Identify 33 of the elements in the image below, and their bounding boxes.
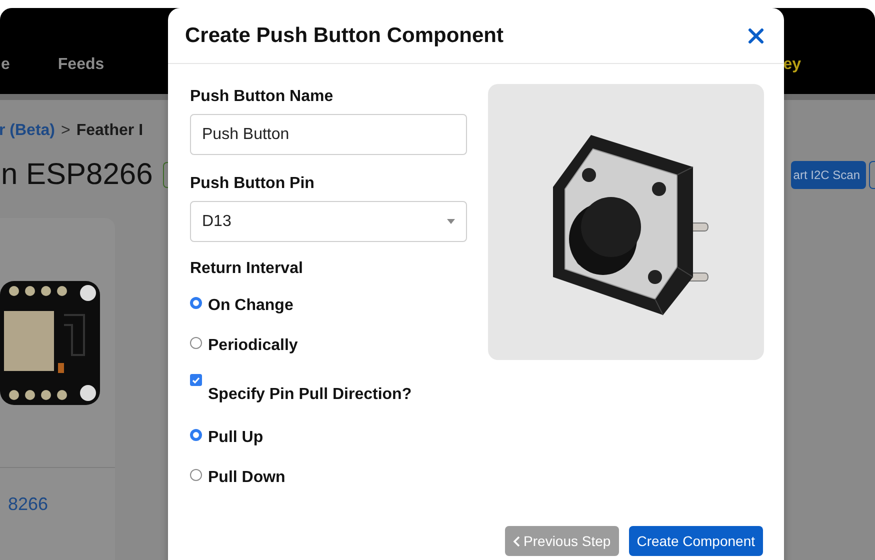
radio-option[interactable]: On Change [190,286,467,326]
radio-label: Pull Up [208,429,264,447]
nav-link[interactable]: Feeds [58,56,104,74]
radio-label: Periodically [208,337,298,355]
field-label: Push Button Name [190,88,334,106]
checkbox-option[interactable]: Specify Pin Pull Direction? [190,366,467,418]
breadcrumb-separator: > [61,122,70,140]
radio-option[interactable]: Periodically [190,326,467,366]
radio-label: Pull Down [208,469,286,487]
field-label: Push Button Pin [190,175,316,193]
name-input[interactable]: Push Button [190,114,467,155]
section-label: Return Interval [190,260,304,278]
nav-link[interactable]: e [1,56,10,74]
page-title: n ESP8266 [1,158,153,192]
radio-label: On Change [208,297,294,315]
nav-link[interactable]: ey [783,56,801,73]
caret-icon [447,219,455,224]
checkbox-label: Specify Pin Pull Direction? [208,386,412,404]
breadcrumb-current: Feather I [76,122,144,140]
create-button[interactable]: Create Component [628,526,763,556]
close-button[interactable] [746,26,766,46]
toolbar-button[interactable] [869,161,875,189]
chevron-left-icon [512,536,520,546]
scan-button[interactable]: art I2C Scan [791,161,866,189]
radio-button[interactable] [190,429,202,441]
dialog-title: Create Push Button Component [185,24,504,48]
radio-button[interactable] [190,297,202,309]
radio-button[interactable] [190,337,202,349]
checkbox[interactable] [190,374,202,386]
radio-option[interactable]: Pull Up [190,418,467,458]
radio-button[interactable] [190,469,202,481]
radio-option[interactable]: Pull Down [190,458,467,498]
pin-select[interactable]: D13 [190,201,467,242]
